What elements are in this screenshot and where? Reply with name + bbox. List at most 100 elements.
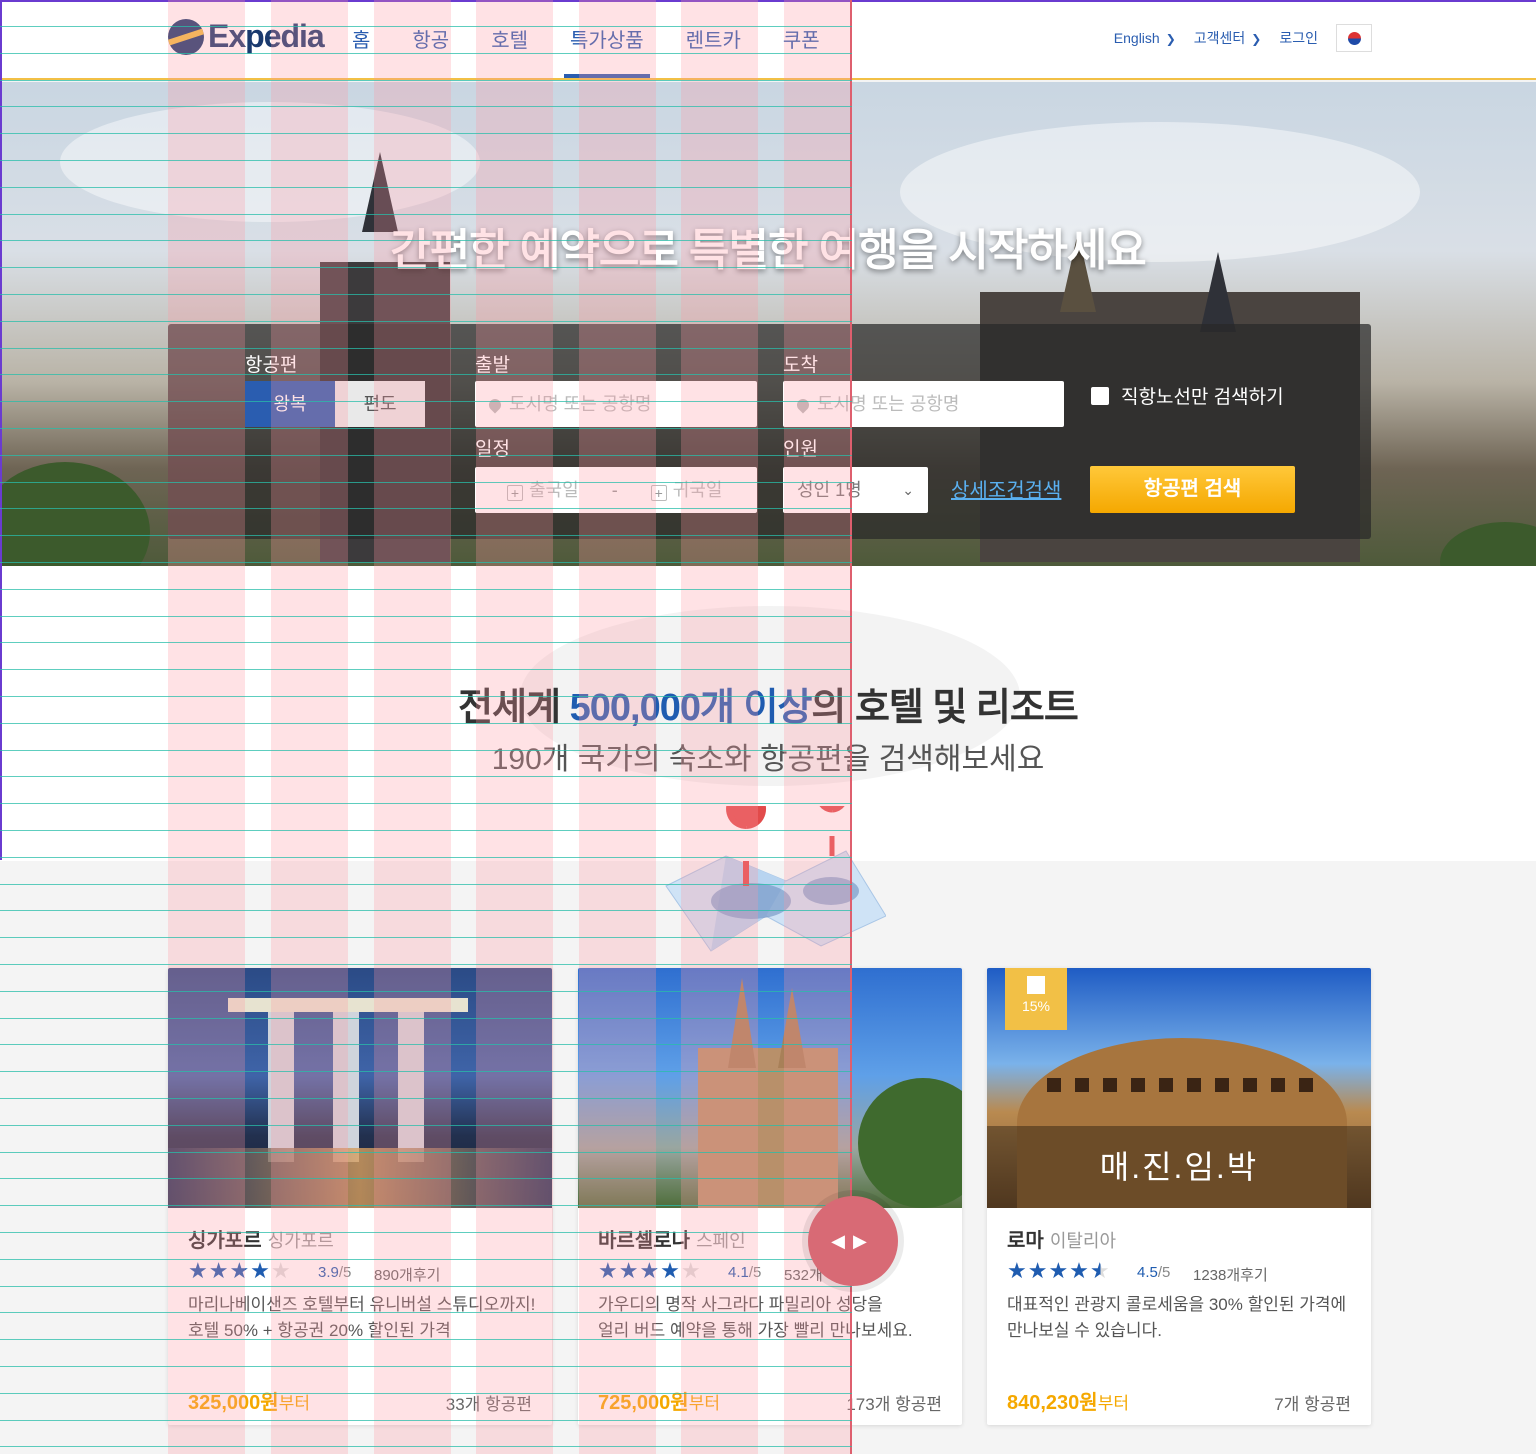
nav-coupons[interactable]: 쿠폰 xyxy=(783,0,820,80)
depart-input[interactable]: 도시명 또는 공항명 xyxy=(475,381,757,427)
hero-banner: 간편한 예약으로 특별한 여행을 시작하세요 항공편 왕복 편도 출발 도시명 … xyxy=(0,82,1536,566)
price-value: 725,000원 xyxy=(598,1392,689,1414)
passengers-value: 성인 1명 xyxy=(797,480,862,500)
compare-slider-handle[interactable]: ◀▶ xyxy=(808,1196,898,1286)
promo-title-post: 의 호텔 및 리조트 xyxy=(811,687,1078,729)
discount-badge: 15% xyxy=(1005,968,1067,1030)
passengers-select[interactable]: 성인 1명 ⌄ xyxy=(783,467,928,513)
card-city-name: 싱가포르 xyxy=(188,1230,262,1252)
flight-search-button[interactable]: 항공편 검색 xyxy=(1090,466,1295,513)
tower-shape xyxy=(333,1012,359,1162)
support-menu[interactable]: 고객센터 ❯ xyxy=(1194,28,1262,48)
skypark-shape xyxy=(228,998,468,1012)
main-nav: 홈 항공 호텔 특가상품 렌트카 쿠폰 xyxy=(352,0,862,80)
advanced-search-link[interactable]: 상세조건검색 xyxy=(951,474,1061,503)
rating-stars: ★★★★★ xyxy=(598,1258,702,1283)
calendar-plus-icon: + xyxy=(650,485,667,501)
desc-line: 만나보실 수 있습니다. xyxy=(1007,1321,1162,1340)
direct-only-checkbox[interactable]: 직항노선만 검색하기 xyxy=(1091,382,1284,409)
card-description: 가우디의 명작 사그라다 파밀리아 성당을 얼리 버드 예약을 통해 가장 빨리 … xyxy=(598,1292,958,1344)
depart-date-field[interactable]: + 출국일 xyxy=(507,480,579,501)
location-pin-icon xyxy=(794,396,812,414)
rating-max: /5 xyxy=(748,1264,762,1281)
card-country: 싱가포르 xyxy=(267,1231,334,1251)
sagrada-familia-shape xyxy=(698,1048,838,1208)
plane-logo-icon xyxy=(168,18,204,55)
frame-left-line xyxy=(0,0,2,860)
price-suffix: 부터 xyxy=(278,1394,310,1413)
return-date-placeholder: 귀국일 xyxy=(672,480,723,500)
nav-deals[interactable]: 특가상품 xyxy=(564,0,650,80)
korea-flag-icon[interactable] xyxy=(1336,24,1372,52)
flight-search-panel: 항공편 왕복 편도 출발 도시명 또는 공항명 도착 도시명 또는 공항명 직항… xyxy=(168,324,1371,539)
promo-title-highlight: 500,000개 이상 xyxy=(569,687,813,729)
card-city: 바르셀로나 스페인 xyxy=(598,1224,746,1253)
utility-nav: English ❯ 고객센터 ❯ 로그인 xyxy=(1114,24,1372,52)
card-price: 840,230원부터 xyxy=(1007,1386,1129,1415)
rating-score: 3.9/5 xyxy=(318,1264,351,1281)
tree-shape xyxy=(858,1078,962,1208)
price-value: 325,000원 xyxy=(188,1392,279,1414)
nav-home[interactable]: 홈 xyxy=(352,0,370,80)
cloud-shape xyxy=(60,102,480,222)
barcelona-photo xyxy=(578,968,962,1208)
price-suffix: 부터 xyxy=(688,1394,720,1413)
nav-rentals[interactable]: 렌트카 xyxy=(686,0,741,80)
oneway-button[interactable]: 편도 xyxy=(335,381,425,427)
logo-text: Expedia xyxy=(208,18,325,54)
chevron-down-icon: ❯ xyxy=(1251,32,1262,46)
hero-title: 간편한 예약으로 특별한 여행을 시작하세요 xyxy=(390,226,1147,275)
nav-flights[interactable]: 항공 xyxy=(412,0,449,80)
waterfront-lights xyxy=(168,1148,552,1208)
card-city: 싱가포르 싱가포르 xyxy=(188,1224,334,1253)
rating-score: 4.5/5 xyxy=(1137,1264,1170,1281)
desc-line: 마리나베이샌즈 호텔부터 유니버설 스튜디오까지! xyxy=(188,1295,536,1314)
flight-type-label: 항공편 xyxy=(245,355,298,376)
rating-score: 4.1/5 xyxy=(728,1264,761,1281)
review-count: 890개후기 xyxy=(374,1267,441,1284)
destination-card-singapore[interactable]: 싱가포르 싱가포르 ★★★★★ 3.9/5 890개후기 마리나베이샌즈 호텔부터… xyxy=(168,968,552,1425)
flight-count: 173개 항공편 xyxy=(846,1395,942,1414)
rating-value: 3.9 xyxy=(318,1264,339,1281)
rating-value: 4.5 xyxy=(1137,1264,1158,1281)
return-date-field[interactable]: + 귀국일 xyxy=(650,480,723,501)
language-selector[interactable]: English ❯ xyxy=(1114,30,1176,46)
nav-hotels[interactable]: 호텔 xyxy=(491,0,528,80)
basilica-spire xyxy=(778,988,806,1068)
grid-row-line xyxy=(0,964,852,965)
flight-count: 7개 항공편 xyxy=(1274,1395,1351,1414)
rating-max: /5 xyxy=(338,1264,352,1281)
language-label: English xyxy=(1113,30,1160,46)
colosseum-arches xyxy=(1047,1078,1327,1092)
desc-line: 호텔 50% + 항공권 20% 할인된 가격 xyxy=(188,1321,451,1340)
arrive-input[interactable]: 도시명 또는 공항명 xyxy=(783,381,1064,427)
review-count: 1238개후기 xyxy=(1193,1267,1268,1284)
date-separator: - xyxy=(611,480,618,500)
card-country: 이탈리아 xyxy=(1049,1231,1117,1251)
roundtrip-button[interactable]: 왕복 xyxy=(245,381,335,427)
card-country: 스페인 xyxy=(696,1231,746,1251)
grid-row-line xyxy=(0,1446,852,1447)
login-link[interactable]: 로그인 xyxy=(1279,28,1318,48)
folded-map-icon xyxy=(665,806,886,952)
arrive-placeholder: 도시명 또는 공항명 xyxy=(817,394,960,414)
rating-stars: ★★★★★ xyxy=(1007,1258,1111,1283)
basilica-spire xyxy=(728,978,756,1068)
site-header: Expedia 홈 항공 호텔 특가상품 렌트카 쿠폰 English ❯ 고객센… xyxy=(0,0,1536,80)
expedia-logo[interactable]: Expedia xyxy=(168,18,325,55)
chevron-down-icon: ⌄ xyxy=(902,482,914,498)
card-description: 마리나베이샌즈 호텔부터 유니버설 스튜디오까지! 호텔 50% + 항공권 20… xyxy=(188,1292,548,1344)
destination-card-barcelona[interactable]: 바르셀로나 스페인 ★★★★★ 4.1/5 532개 가우디의 명작 사그라다 파… xyxy=(578,968,962,1425)
destination-card-rome[interactable]: 매.진.임.박 15% 로마 이탈리아 ★★★★★ 4.5/5 1238개후기 대… xyxy=(987,968,1371,1425)
tree-shape xyxy=(0,462,150,566)
rating-max: /5 xyxy=(1157,1264,1171,1281)
date-range-input[interactable]: + 출국일 - + 귀국일 xyxy=(475,467,757,513)
singapore-photo xyxy=(168,968,552,1208)
promo-subtitle: 190개 국가의 숙소와 항공편을 검색해보세요 xyxy=(491,743,1045,776)
direct-only-label: 직항노선만 검색하기 xyxy=(1121,387,1284,408)
card-city-name: 바르셀로나 xyxy=(598,1230,690,1252)
depart-date-placeholder: 출국일 xyxy=(529,480,579,500)
trip-type-toggle: 왕복 편도 xyxy=(245,381,425,427)
checkbox-box[interactable] xyxy=(1091,386,1109,405)
sold-out-soon-label: 매.진.임.박 xyxy=(987,1126,1371,1208)
